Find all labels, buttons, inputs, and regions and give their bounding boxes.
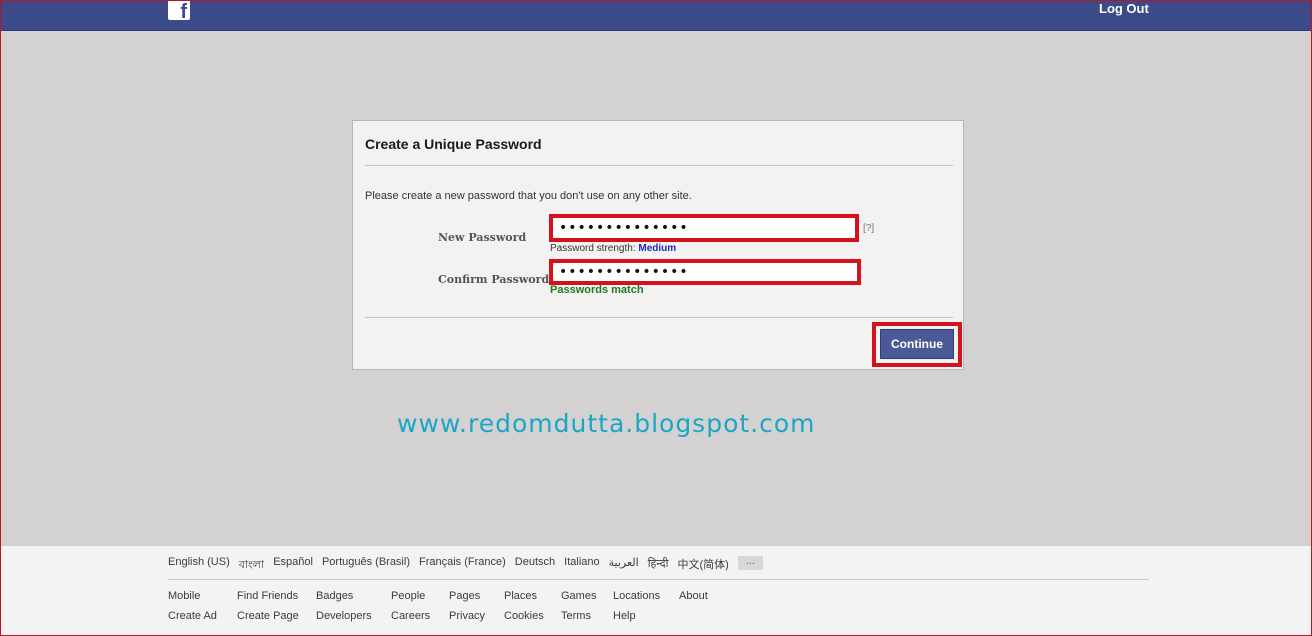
facebook-logo-icon[interactable]: f <box>168 0 190 20</box>
footer-link-mobile[interactable]: Mobile <box>168 590 200 602</box>
footer-link-terms[interactable]: Terms <box>561 610 591 622</box>
confirm-password-input[interactable] <box>549 259 861 285</box>
lang-hindi[interactable]: हिन्दी <box>648 556 669 575</box>
top-bar: f Log Out <box>0 0 1312 31</box>
footer-link-help[interactable]: Help <box>613 610 636 622</box>
footer-link-cookies[interactable]: Cookies <box>504 610 544 622</box>
lang-french[interactable]: Français (France) <box>419 556 506 575</box>
password-strength-value: Medium <box>638 243 677 254</box>
new-password-label: New Password <box>438 231 527 244</box>
password-strength-label: Password strength: <box>550 243 636 254</box>
footer-link-create-ad[interactable]: Create Ad <box>168 610 217 622</box>
footer-link-about[interactable]: About <box>679 590 708 602</box>
logout-link[interactable]: Log Out <box>1099 1 1149 16</box>
create-password-dialog: Create a Unique Password Please create a… <box>352 120 964 370</box>
footer-link-find-friends[interactable]: Find Friends <box>237 590 298 602</box>
page-footer: English (US) বাংলা Español Português (Br… <box>0 546 1312 636</box>
footer-link-developers[interactable]: Developers <box>316 610 372 622</box>
lang-portuguese[interactable]: Português (Brasil) <box>322 556 410 575</box>
lang-arabic[interactable]: العربية <box>609 556 639 575</box>
watermark-text: www.redomdutta.blogspot.com <box>397 409 816 438</box>
password-help-link[interactable]: [?] <box>863 223 874 234</box>
lang-german[interactable]: Deutsch <box>515 556 555 575</box>
more-languages-button[interactable]: ... <box>737 556 763 570</box>
language-list: English (US) বাংলা Español Português (Br… <box>168 556 763 575</box>
continue-button[interactable]: Continue <box>880 329 954 359</box>
password-strength: Password strength: Medium <box>550 243 676 254</box>
dialog-description: Please create a new password that you do… <box>365 190 692 202</box>
footer-link-people[interactable]: People <box>391 590 425 602</box>
footer-link-places[interactable]: Places <box>504 590 537 602</box>
footer-link-games[interactable]: Games <box>561 590 596 602</box>
footer-divider <box>365 317 953 318</box>
footer-link-create-page[interactable]: Create Page <box>237 610 299 622</box>
footer-link-locations[interactable]: Locations <box>613 590 660 602</box>
new-password-input[interactable] <box>549 214 859 242</box>
confirm-password-label: Confirm Password <box>438 273 550 286</box>
lang-italian[interactable]: Italiano <box>564 556 599 575</box>
dialog-title: Create a Unique Password <box>365 136 542 152</box>
lang-spanish[interactable]: Español <box>273 556 313 575</box>
footer-link-careers[interactable]: Careers <box>391 610 430 622</box>
lang-bengali[interactable]: বাংলা <box>239 556 264 575</box>
footer-link-privacy[interactable]: Privacy <box>449 610 485 622</box>
lang-chinese[interactable]: 中文(简体) <box>677 556 728 575</box>
lang-english[interactable]: English (US) <box>168 556 230 575</box>
title-divider <box>365 165 953 166</box>
footer-link-pages[interactable]: Pages <box>449 590 480 602</box>
passwords-match-status: Passwords match <box>550 284 644 296</box>
footer-link-badges[interactable]: Badges <box>316 590 353 602</box>
footer-rule <box>168 579 1149 580</box>
